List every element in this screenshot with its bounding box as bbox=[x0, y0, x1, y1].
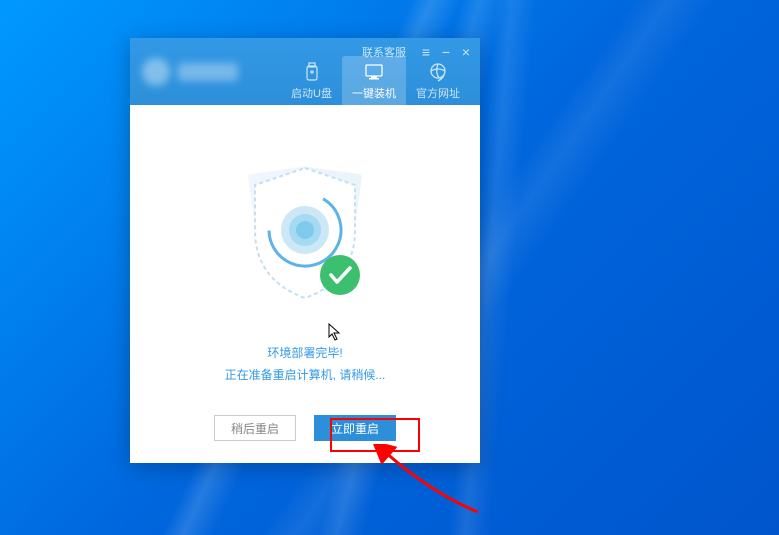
app-logo bbox=[130, 58, 238, 86]
shield-graphic bbox=[225, 150, 385, 325]
status-text: 环境部署完毕! 正在准备重启计算机, 请稍候... bbox=[225, 343, 386, 386]
restart-now-button[interactable]: 立即重启 bbox=[314, 415, 396, 441]
monitor-icon bbox=[364, 62, 384, 82]
titlebar: 联系客服 ≡ − × 启动U盘 bbox=[130, 38, 480, 105]
status-line-2: 正在准备重启计算机, 请稍候... bbox=[225, 365, 386, 387]
tab-one-click-install[interactable]: 一键装机 bbox=[342, 56, 406, 105]
tab-label: 一键装机 bbox=[352, 85, 396, 101]
main-tabs: 启动U盘 一键装机 bbox=[281, 56, 470, 105]
app-window: 联系客服 ≡ − × 启动U盘 bbox=[130, 38, 480, 463]
browser-icon bbox=[428, 62, 448, 82]
restart-later-button[interactable]: 稍后重启 bbox=[214, 415, 296, 441]
button-row: 稍后重启 立即重启 bbox=[214, 415, 396, 441]
content-area: 环境部署完毕! 正在准备重启计算机, 请稍候... 稍后重启 立即重启 bbox=[130, 105, 480, 463]
tab-label: 启动U盘 bbox=[291, 85, 332, 101]
tab-official-website[interactable]: 官方网址 bbox=[406, 56, 470, 105]
status-line-1: 环境部署完毕! bbox=[225, 343, 386, 365]
usb-icon bbox=[302, 62, 322, 82]
tab-boot-usb[interactable]: 启动U盘 bbox=[281, 56, 342, 105]
tab-label: 官方网址 bbox=[416, 85, 460, 101]
